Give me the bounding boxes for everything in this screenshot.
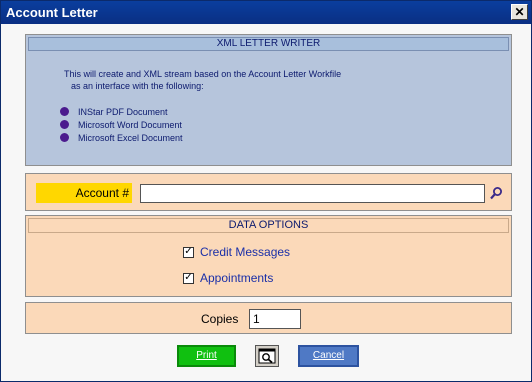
info-line-2: as an interface with the following: bbox=[71, 81, 204, 91]
search-icon[interactable] bbox=[489, 186, 503, 200]
copies-label: Copies bbox=[201, 312, 239, 326]
title-bar: Account Letter ✕ bbox=[1, 1, 531, 24]
info-line-1: This will create and XML stream based on… bbox=[64, 69, 342, 79]
close-icon: ✕ bbox=[514, 5, 525, 19]
info-description: This will create and XML stream based on… bbox=[64, 68, 341, 92]
appointments-checkbox[interactable]: ✓ bbox=[183, 272, 194, 284]
appointments-label: Appointments bbox=[200, 271, 274, 285]
bullet-icon bbox=[60, 107, 69, 116]
format-label: INStar PDF Document bbox=[78, 106, 168, 117]
info-header: XML LETTER WRITER bbox=[28, 37, 509, 51]
bullet-icon bbox=[60, 133, 69, 142]
appointments-option[interactable]: ✓ Appointments bbox=[183, 271, 273, 285]
account-label: Account # bbox=[36, 183, 132, 203]
cancel-button[interactable]: Cancel bbox=[298, 345, 359, 367]
account-letter-window: Account Letter ✕ XML LETTER WRITER This … bbox=[0, 0, 532, 382]
copies-input[interactable] bbox=[249, 309, 301, 329]
close-button[interactable]: ✕ bbox=[511, 4, 528, 20]
data-options-panel: DATA OPTIONS ✓ Credit Messages ✓ Appoint… bbox=[25, 215, 512, 297]
format-list: INStar PDF Document Microsoft Word Docum… bbox=[60, 105, 183, 144]
account-panel: Account # bbox=[25, 173, 512, 211]
list-item: Microsoft Word Document bbox=[60, 118, 183, 131]
print-button[interactable]: Print bbox=[177, 345, 236, 367]
list-item: INStar PDF Document bbox=[60, 105, 183, 118]
list-item: Microsoft Excel Document bbox=[60, 131, 183, 144]
credit-messages-checkbox[interactable]: ✓ bbox=[183, 246, 194, 258]
print-preview-button[interactable] bbox=[255, 345, 279, 367]
credit-messages-option[interactable]: ✓ Credit Messages bbox=[183, 245, 290, 259]
data-options-header: DATA OPTIONS bbox=[28, 218, 509, 233]
window-title: Account Letter bbox=[6, 5, 98, 20]
account-input[interactable] bbox=[140, 184, 485, 203]
info-panel: XML LETTER WRITER This will create and X… bbox=[25, 34, 512, 166]
print-preview-icon bbox=[258, 348, 276, 364]
copies-panel: Copies bbox=[25, 302, 512, 334]
format-label: Microsoft Word Document bbox=[78, 119, 182, 130]
credit-messages-label: Credit Messages bbox=[200, 245, 291, 259]
format-label: Microsoft Excel Document bbox=[78, 132, 183, 143]
bullet-icon bbox=[60, 120, 69, 129]
